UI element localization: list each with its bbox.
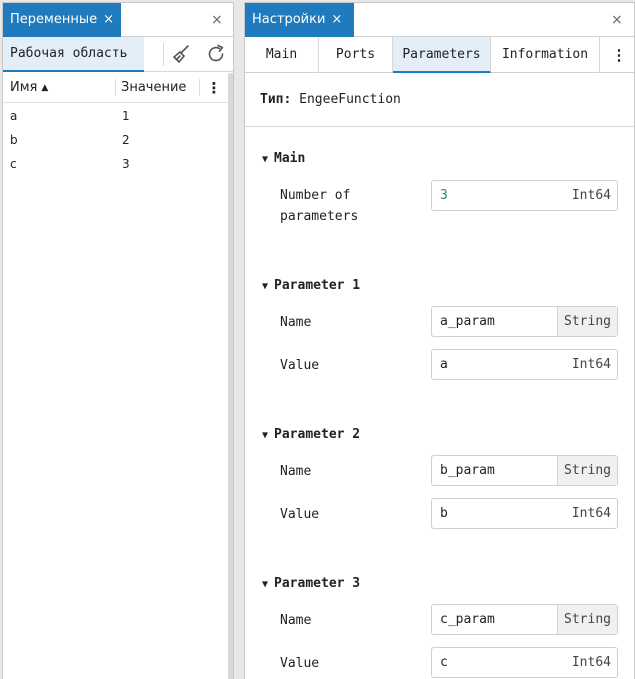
- triangle-down-icon: ▼: [262, 154, 269, 165]
- name-value: a_param: [440, 314, 495, 329]
- name-field[interactable]: b_param String: [431, 455, 618, 486]
- tab-parameters[interactable]: Parameters: [393, 37, 491, 73]
- column-name-header[interactable]: Имя ▲: [10, 72, 48, 104]
- section-parameter-2-header[interactable]: ▼ Parameter 2: [262, 427, 360, 442]
- num-parameters-label-line1: Number of: [280, 188, 351, 203]
- value-value: c: [440, 655, 448, 670]
- tab-information[interactable]: Information: [491, 37, 600, 73]
- tab-variables-label: Переменные: [10, 12, 98, 27]
- num-parameters-label: Number of parameters: [280, 185, 358, 227]
- variable-name: a: [10, 109, 18, 123]
- name-label: Name: [280, 315, 312, 330]
- type-tag: String: [557, 307, 617, 336]
- tab-settings-label: Настройки: [252, 12, 326, 27]
- section-title: Main: [274, 151, 306, 166]
- tab-main[interactable]: Main: [245, 37, 319, 73]
- value-field[interactable]: c Int64: [431, 647, 618, 678]
- num-parameters-label-line2: parameters: [280, 209, 359, 224]
- column-value-header[interactable]: Значение: [121, 72, 186, 103]
- scrollbar[interactable]: [228, 73, 233, 679]
- close-icon[interactable]: ×: [611, 3, 623, 37]
- close-icon[interactable]: ×: [211, 3, 223, 37]
- type-tag: Int64: [571, 506, 611, 521]
- name-label: Name: [280, 613, 312, 628]
- triangle-down-icon: ▼: [262, 281, 269, 292]
- section-main-header[interactable]: ▼ Main: [262, 151, 305, 166]
- value-field[interactable]: b Int64: [431, 498, 618, 529]
- variables-header: Имя ▲ Значение ⋮: [3, 72, 233, 103]
- name-field[interactable]: c_param String: [431, 604, 618, 635]
- type-label: Тип:: [260, 92, 292, 107]
- tab-variables[interactable]: Переменные ×: [3, 3, 121, 37]
- table-row[interactable]: b2: [3, 128, 233, 152]
- triangle-down-icon: ▼: [262, 579, 269, 590]
- block-type: Тип: EngeeFunction: [245, 73, 634, 127]
- num-parameters-field[interactable]: 3 Int64: [431, 180, 618, 211]
- settings-tabbar: Настройки × ×: [245, 3, 634, 37]
- section-title: Parameter 1: [274, 278, 361, 293]
- section-parameter-3-header[interactable]: ▼ Parameter 3: [262, 576, 360, 591]
- type-tag: Int64: [571, 655, 611, 670]
- variables-panel: Переменные × × Рабочая область Имя ▲ Значе…: [2, 2, 234, 679]
- type-tag: Int64: [571, 357, 611, 372]
- sort-asc-icon: ▲: [41, 83, 49, 93]
- table-row[interactable]: a1: [3, 104, 233, 128]
- value-label: Value: [280, 358, 320, 373]
- num-parameters-value: 3: [440, 188, 448, 203]
- column-divider[interactable]: [199, 79, 200, 96]
- variable-name: c: [10, 157, 17, 171]
- value-value: a: [440, 357, 448, 372]
- variables-tabbar: Переменные × ×: [3, 3, 233, 37]
- value-label: Value: [280, 507, 320, 522]
- column-divider[interactable]: [115, 79, 116, 96]
- type-tag: Int64: [571, 188, 611, 203]
- settings-panel: Настройки × × Main Ports Parameters Infor…: [244, 2, 635, 679]
- value-label: Value: [280, 656, 320, 671]
- table-row[interactable]: c3: [3, 152, 233, 176]
- toolbar-divider: [163, 43, 164, 66]
- type-value: EngeeFunction: [299, 92, 401, 107]
- tab-ports[interactable]: Ports: [319, 37, 393, 73]
- name-field[interactable]: a_param String: [431, 306, 618, 337]
- type-tag: String: [557, 605, 617, 634]
- close-icon[interactable]: ×: [103, 12, 114, 27]
- variable-name: b: [10, 133, 18, 147]
- value-field[interactable]: a Int64: [431, 349, 618, 380]
- more-vertical-icon[interactable]: ⋮: [203, 77, 225, 99]
- variable-value: 1: [122, 109, 130, 123]
- broom-icon[interactable]: [171, 43, 193, 65]
- variable-value: 3: [122, 157, 130, 171]
- workspace-toolbar: Рабочая область: [3, 37, 233, 72]
- name-value: b_param: [440, 463, 495, 478]
- refresh-icon[interactable]: [205, 43, 227, 65]
- tab-settings[interactable]: Настройки ×: [245, 3, 354, 37]
- type-tag: String: [557, 456, 617, 485]
- settings-tabs: Main Ports Parameters Information ⋮: [245, 37, 634, 73]
- name-label: Name: [280, 464, 312, 479]
- section-title: Parameter 2: [274, 427, 361, 442]
- variable-value: 2: [122, 133, 130, 147]
- column-name-label: Имя: [10, 80, 38, 95]
- value-value: b: [440, 506, 448, 521]
- name-value: c_param: [440, 612, 495, 627]
- tab-workspace[interactable]: Рабочая область: [3, 37, 144, 72]
- close-icon[interactable]: ×: [331, 12, 342, 27]
- section-parameter-1-header[interactable]: ▼ Parameter 1: [262, 278, 360, 293]
- triangle-down-icon: ▼: [262, 430, 269, 441]
- more-vertical-icon[interactable]: ⋮: [609, 37, 629, 73]
- section-title: Parameter 3: [274, 576, 361, 591]
- variables-list: a1 b2 c3: [3, 103, 233, 176]
